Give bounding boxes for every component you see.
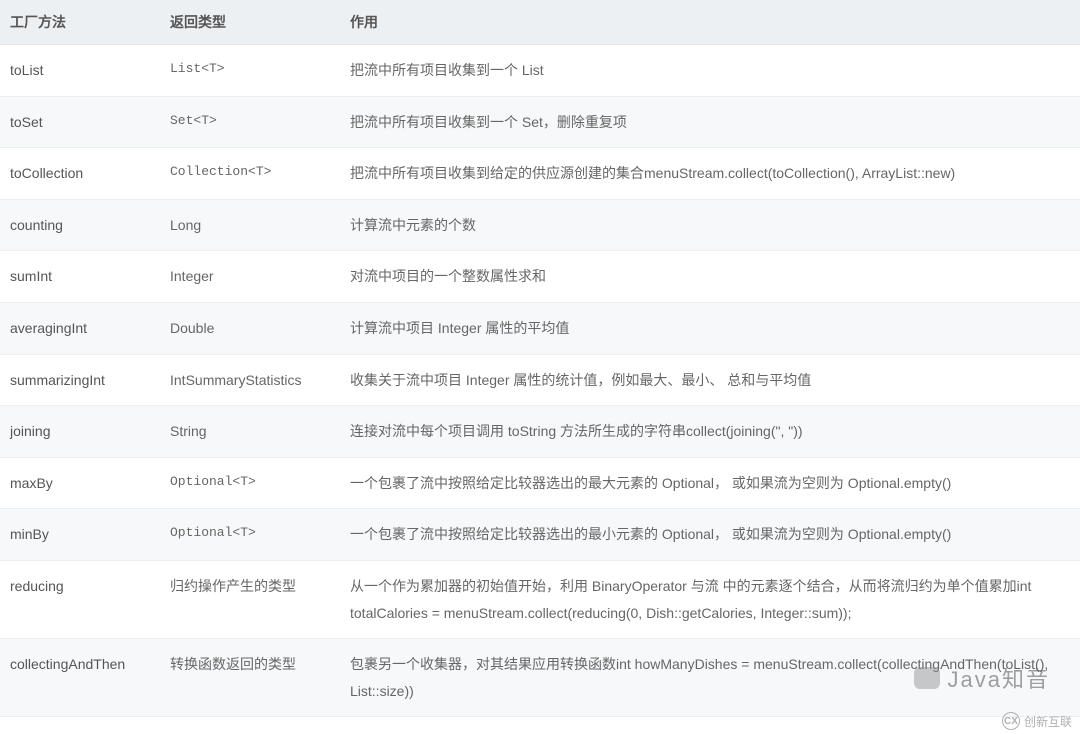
return-type-cell: Optional<T> — [160, 509, 340, 561]
table-row: minByOptional<T>一个包裹了流中按照给定比较器选出的最小元素的 O… — [0, 509, 1080, 561]
table-row: averagingIntDouble计算流中项目 Integer 属性的平均值 — [0, 302, 1080, 354]
function-cell: 把流中所有项目收集到一个 List — [340, 45, 1080, 97]
factory-method-cell: summarizingInt — [0, 354, 160, 406]
factory-method-cell: maxBy — [0, 457, 160, 509]
factory-method-cell: joining — [0, 406, 160, 458]
return-type-cell: Double — [160, 302, 340, 354]
return-type-cell: 归约操作产生的类型 — [160, 560, 340, 638]
function-cell: 从一个作为累加器的初始值开始，利用 BinaryOperator 与流 中的元素… — [340, 560, 1080, 638]
table-row: summarizingIntIntSummaryStatistics收集关于流中… — [0, 354, 1080, 406]
table-row: sumIntInteger对流中项目的一个整数属性求和 — [0, 251, 1080, 303]
header-return-type: 返回类型 — [160, 0, 340, 45]
function-cell: 根据项目的一个属性的值对流中的项目作问组，并将属性值作 为结果 Map 的键 — [340, 717, 1080, 734]
table-row: groupingByMap<K, List<T>>根据项目的一个属性的值对流中的… — [0, 717, 1080, 734]
factory-method-cell: groupingBy — [0, 717, 160, 734]
return-type-cell: Collection<T> — [160, 148, 340, 200]
table-header-row: 工厂方法 返回类型 作用 — [0, 0, 1080, 45]
factory-method-cell: averagingInt — [0, 302, 160, 354]
function-cell: 一个包裹了流中按照给定比较器选出的最小元素的 Optional， 或如果流为空则… — [340, 509, 1080, 561]
factory-method-cell: reducing — [0, 560, 160, 638]
header-factory-method: 工厂方法 — [0, 0, 160, 45]
function-cell: 把流中所有项目收集到给定的供应源创建的集合menuStream.collect(… — [340, 148, 1080, 200]
return-type-cell: List<T> — [160, 45, 340, 97]
factory-method-cell: counting — [0, 199, 160, 251]
factory-method-cell: toCollection — [0, 148, 160, 200]
return-type-cell: Set<T> — [160, 96, 340, 148]
header-function: 作用 — [340, 0, 1080, 45]
function-cell: 计算流中项目 Integer 属性的平均值 — [340, 302, 1080, 354]
function-cell: 对流中项目的一个整数属性求和 — [340, 251, 1080, 303]
factory-method-cell: toSet — [0, 96, 160, 148]
function-cell: 收集关于流中项目 Integer 属性的统计值，例如最大、最小、 总和与平均值 — [340, 354, 1080, 406]
table-row: maxByOptional<T>一个包裹了流中按照给定比较器选出的最大元素的 O… — [0, 457, 1080, 509]
factory-method-cell: toList — [0, 45, 160, 97]
return-type-cell: 转换函数返回的类型 — [160, 639, 340, 717]
return-type-cell: String — [160, 406, 340, 458]
function-cell: 包裹另一个收集器，对其结果应用转换函数int howManyDishes = m… — [340, 639, 1080, 717]
return-type-cell: Optional<T> — [160, 457, 340, 509]
factory-method-cell: sumInt — [0, 251, 160, 303]
function-cell: 把流中所有项目收集到一个 Set，删除重复项 — [340, 96, 1080, 148]
table-row: reducing归约操作产生的类型从一个作为累加器的初始值开始，利用 Binar… — [0, 560, 1080, 638]
return-type-cell: Map<K, List<T>> — [160, 717, 340, 734]
factory-method-cell: collectingAndThen — [0, 639, 160, 717]
return-type-cell: Long — [160, 199, 340, 251]
table-row: toListList<T>把流中所有项目收集到一个 List — [0, 45, 1080, 97]
return-type-cell: Integer — [160, 251, 340, 303]
return-type-cell: IntSummaryStatistics — [160, 354, 340, 406]
table-row: collectingAndThen转换函数返回的类型包裹另一个收集器，对其结果应… — [0, 639, 1080, 717]
table-row: toCollectionCollection<T>把流中所有项目收集到给定的供应… — [0, 148, 1080, 200]
collectors-table: 工厂方法 返回类型 作用 toListList<T>把流中所有项目收集到一个 L… — [0, 0, 1080, 734]
function-cell: 一个包裹了流中按照给定比较器选出的最大元素的 Optional， 或如果流为空则… — [340, 457, 1080, 509]
table-row: joiningString连接对流中每个项目调用 toString 方法所生成的… — [0, 406, 1080, 458]
factory-method-cell: minBy — [0, 509, 160, 561]
function-cell: 连接对流中每个项目调用 toString 方法所生成的字符串collect(jo… — [340, 406, 1080, 458]
table-row: countingLong计算流中元素的个数 — [0, 199, 1080, 251]
function-cell: 计算流中元素的个数 — [340, 199, 1080, 251]
table-row: toSetSet<T>把流中所有项目收集到一个 Set，删除重复项 — [0, 96, 1080, 148]
